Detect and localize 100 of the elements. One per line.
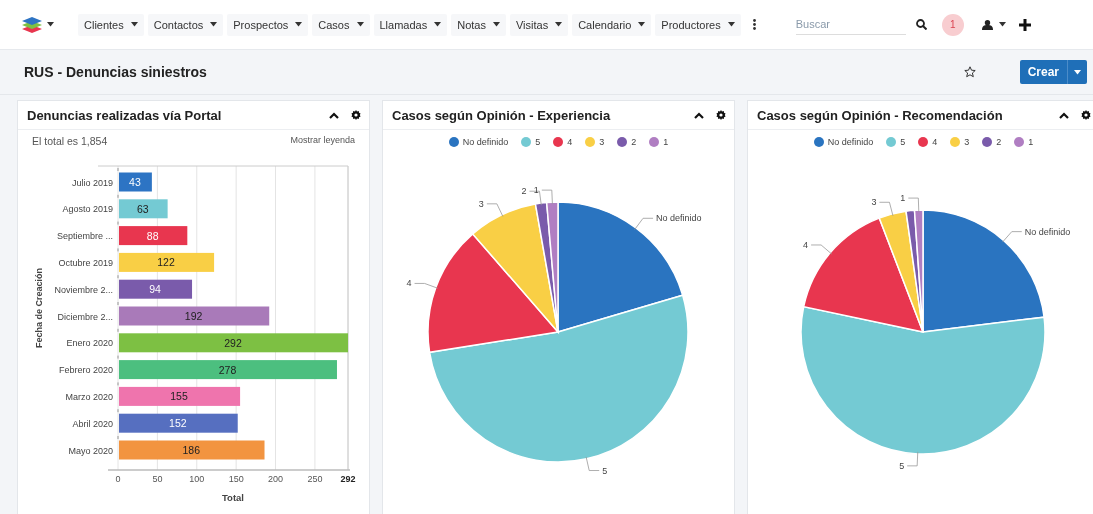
caret-icon <box>555 22 563 27</box>
slice-label: 4 <box>803 239 809 250</box>
menu-item[interactable]: Clientes <box>78 13 144 36</box>
leader-line <box>541 189 553 205</box>
slice-label: 1 <box>900 193 906 204</box>
leader-line <box>585 456 600 471</box>
app-menu-button[interactable] <box>22 15 54 34</box>
bar <box>119 199 168 219</box>
category-label: Julio 2019 <box>71 177 113 188</box>
caret-icon <box>998 22 1006 27</box>
value-label: 186 <box>182 444 200 456</box>
legend-label[interactable]: 2 <box>996 137 1002 147</box>
tick-label: 150 <box>228 474 244 484</box>
category-label: Noviembre 2... <box>54 284 113 295</box>
plus-icon[interactable] <box>1018 18 1031 31</box>
more-icon[interactable] <box>752 19 756 30</box>
value-label: 122 <box>157 256 175 269</box>
panel-title: Casos según Opinión - Experiencia <box>392 107 612 123</box>
tick-label: 200 <box>268 474 284 484</box>
bar <box>119 172 152 192</box>
leader-line <box>1002 231 1023 243</box>
caret-icon[interactable] <box>1074 69 1081 75</box>
stacked-layers-icon <box>22 15 42 34</box>
value-label: 278 <box>218 363 237 376</box>
leader-line <box>634 217 654 230</box>
category-label: Agosto 2019 <box>62 204 113 215</box>
legend-label[interactable]: 5 <box>900 137 906 147</box>
menu-item[interactable]: Contactos <box>147 13 224 36</box>
menu-item[interactable]: Calendario <box>572 13 652 36</box>
leader-line <box>907 197 920 213</box>
category-label: Diciembre 2... <box>57 311 113 322</box>
panel-title: Denuncias realizadas vía Portal <box>27 107 223 123</box>
category-label: Octubre 2019 <box>58 257 113 268</box>
slice-label: 3 <box>478 198 484 209</box>
value-label: 292 <box>224 336 242 349</box>
menu-item[interactable]: Prospectos <box>227 13 309 36</box>
leader-line <box>879 201 894 217</box>
leader-line <box>486 203 504 217</box>
tick-label: 0 <box>115 474 121 484</box>
tick-label: 250 <box>307 474 323 484</box>
legend-label[interactable]: 4 <box>567 137 573 147</box>
menu-item[interactable]: Casos <box>312 13 370 36</box>
legend-label[interactable]: No definido <box>827 137 874 147</box>
settings-icon[interactable] <box>351 110 361 120</box>
leader-line <box>414 283 439 289</box>
leader-line <box>906 451 919 467</box>
caret-icon <box>492 22 500 27</box>
menu-item[interactable]: Notas <box>451 13 506 36</box>
collapse-icon[interactable] <box>694 111 704 119</box>
legend-label[interactable]: 3 <box>964 137 970 147</box>
category-label: Mayo 2020 <box>68 445 113 456</box>
value-label: 94 <box>149 283 161 296</box>
legend-label[interactable]: 3 <box>599 137 605 147</box>
menu-item[interactable]: Productores <box>655 13 741 36</box>
panel-title: Casos según Opinión - Recomendación <box>757 107 1004 123</box>
slice-label: 2 <box>521 186 527 197</box>
search-field[interactable]: Buscar <box>795 14 906 35</box>
slice-label: 5 <box>602 465 608 476</box>
search-icon[interactable] <box>915 19 927 30</box>
caret-icon <box>210 22 218 27</box>
menu-item[interactable]: Llamadas <box>373 13 448 36</box>
collapse-icon[interactable] <box>1059 111 1069 119</box>
legend-label[interactable]: No definido <box>462 137 509 147</box>
settings-icon[interactable] <box>716 110 726 120</box>
legend-label[interactable]: 4 <box>932 137 938 147</box>
category-label: Abril 2020 <box>72 418 113 429</box>
collapse-icon[interactable] <box>329 111 339 119</box>
user-icon[interactable] <box>981 19 993 30</box>
slice-label: 3 <box>871 197 877 208</box>
caret-icon <box>295 22 303 27</box>
axis-title: Fecha de Creación <box>34 268 44 348</box>
settings-icon[interactable] <box>1081 110 1091 120</box>
category-label: Septiembre ... <box>56 231 113 242</box>
value-label: 88 <box>146 229 159 242</box>
value-label: 152 <box>169 417 187 430</box>
legend-label[interactable]: 1 <box>1028 137 1034 147</box>
slice-label: 1 <box>533 185 539 196</box>
bar <box>119 226 188 246</box>
caret-icon <box>434 22 442 27</box>
legend-label[interactable]: 1 <box>663 137 669 147</box>
caret-icon <box>47 22 54 27</box>
caret-icon <box>727 22 735 27</box>
value-label: 63 <box>136 202 149 215</box>
category-label: Febrero 2020 <box>58 365 113 376</box>
axis-title: Total <box>222 492 244 503</box>
total-summary: El total es 1,854 <box>32 135 108 149</box>
value-label: 155 <box>170 390 188 403</box>
show-legend-link[interactable]: Mostrar leyenda <box>290 135 355 154</box>
slice-label: 5 <box>899 460 905 471</box>
slice-label: No definido <box>1024 226 1071 237</box>
legend-label[interactable]: 2 <box>631 137 637 147</box>
tick-label: 100 <box>189 474 205 484</box>
slice-label: 4 <box>406 278 412 289</box>
legend-label[interactable]: 5 <box>535 137 541 147</box>
caret-icon <box>356 22 364 27</box>
category-label: Enero 2020 <box>66 338 113 349</box>
star-icon[interactable] <box>963 66 976 78</box>
menu-item[interactable]: Visitas <box>509 13 569 36</box>
leader-line <box>810 244 833 255</box>
category-label: Marzo 2020 <box>65 391 113 402</box>
